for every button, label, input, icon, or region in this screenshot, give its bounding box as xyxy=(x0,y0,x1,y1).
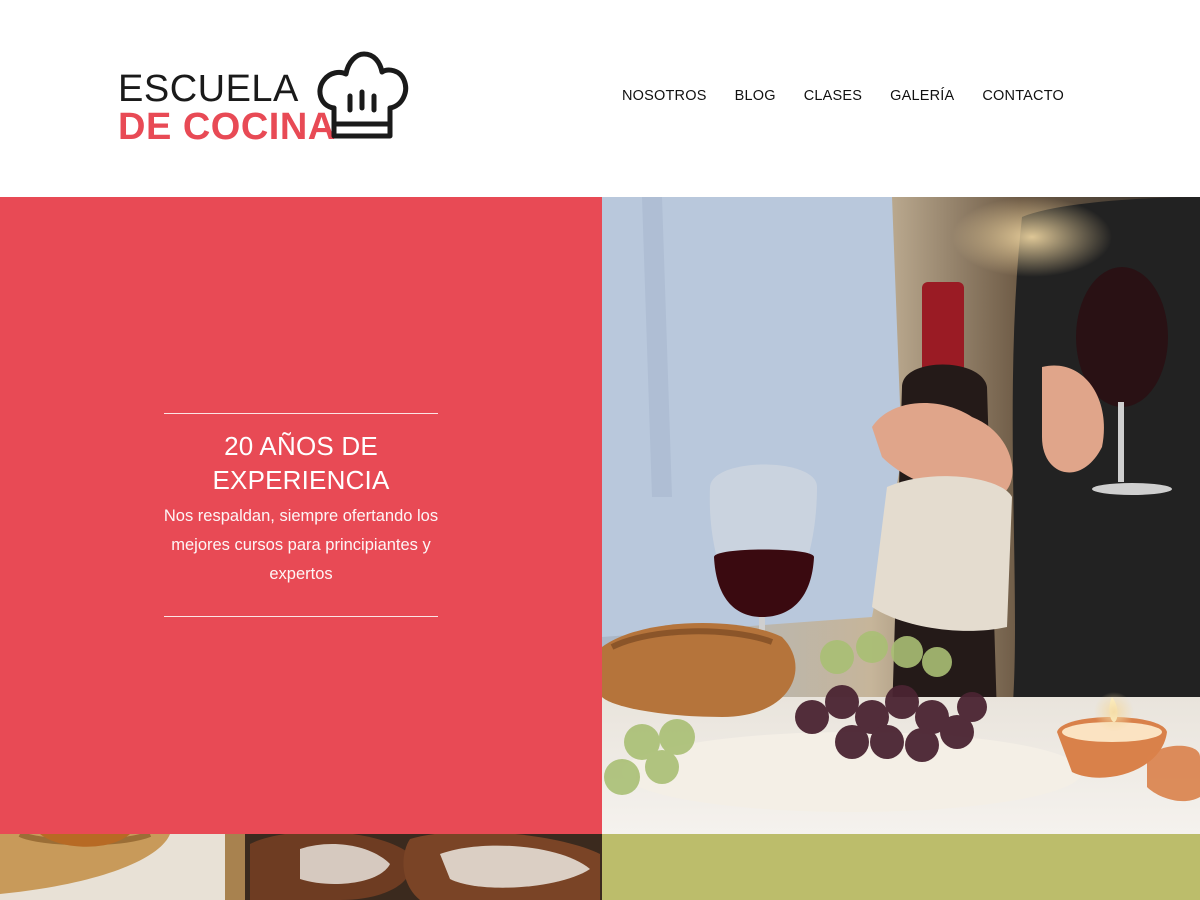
green-strip xyxy=(602,834,1200,900)
hero-title: 20 AÑOS DE EXPERIENCIA xyxy=(150,429,452,497)
hero-panel: 20 AÑOS DE EXPERIENCIA Nos respaldan, si… xyxy=(0,197,602,834)
hero-bottom-divider xyxy=(164,616,438,617)
logo-text-escuela: ESCUELA xyxy=(118,68,299,110)
wine-dinner-photo xyxy=(602,197,1200,834)
site-logo[interactable]: ESCUELA DE COCINA xyxy=(118,46,418,146)
nav-link-blog[interactable]: BLOG xyxy=(735,87,776,105)
chef-hat-icon xyxy=(317,51,409,139)
bread-strip xyxy=(0,834,602,900)
nav-link-clases[interactable]: CLASES xyxy=(804,87,862,105)
hero-description: Nos respaldan, siempre ofertando los mej… xyxy=(163,507,439,583)
nav-link-galeria[interactable]: GALERÍA xyxy=(890,87,954,105)
bread-basket-photo xyxy=(0,834,602,900)
site-header: ESCUELA DE COCINA NOSOTROS BLOG CLASES G… xyxy=(0,0,1200,197)
logo-text-de-cocina: DE COCINA xyxy=(118,106,336,148)
hero-top-divider xyxy=(164,413,438,414)
hero-photo xyxy=(602,197,1200,834)
main-nav: NOSOTROS BLOG CLASES GALERÍA CONTACTO xyxy=(622,87,1064,105)
nav-link-nosotros[interactable]: NOSOTROS xyxy=(622,87,707,105)
hero-title-line2: EXPERIENCIA xyxy=(212,465,390,495)
hero-title-line1: 20 AÑOS DE xyxy=(224,431,378,461)
nav-link-contacto[interactable]: CONTACTO xyxy=(982,87,1064,105)
